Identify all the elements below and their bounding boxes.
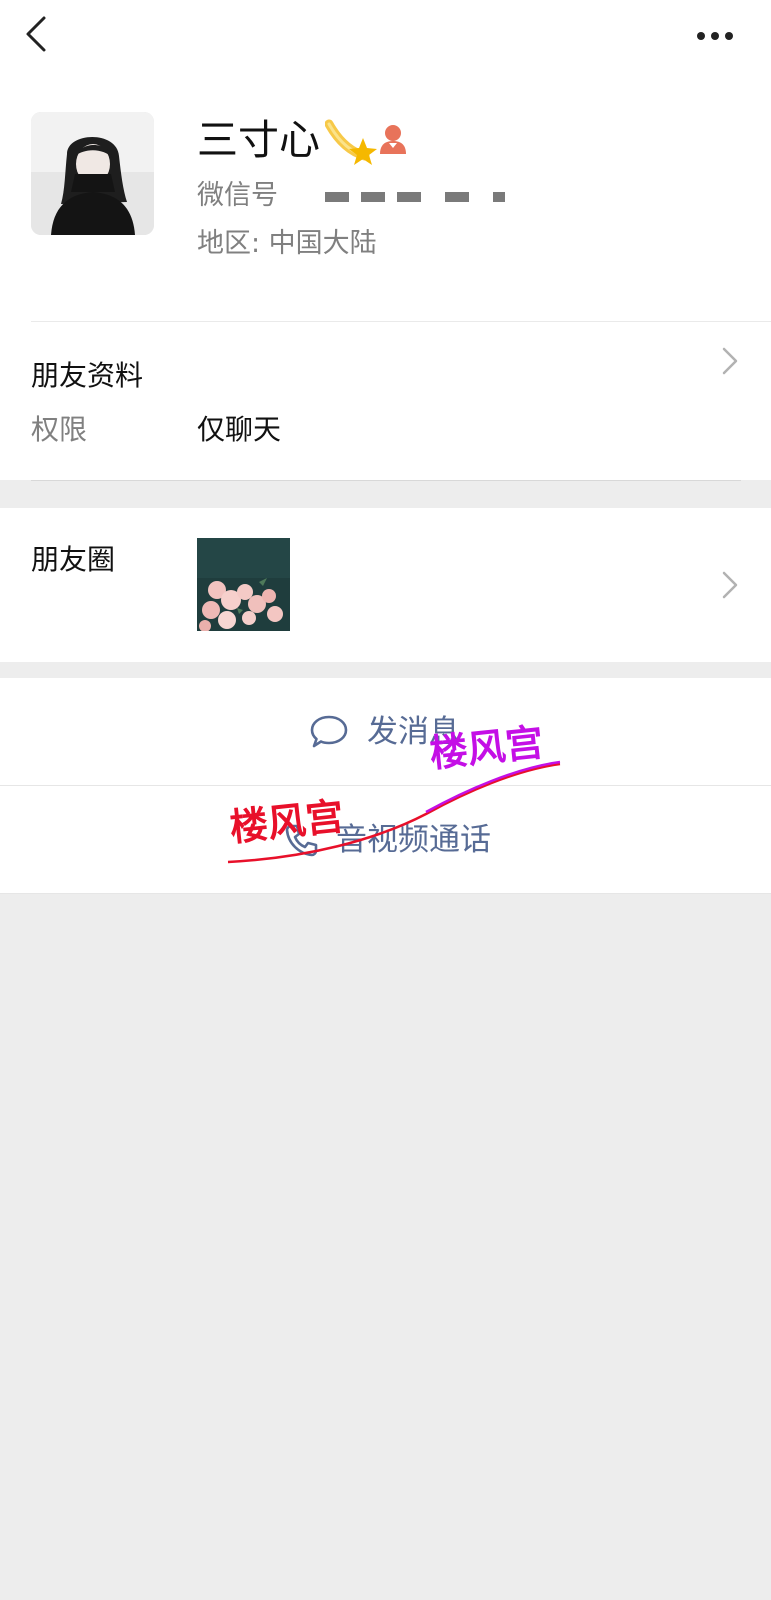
- shooting-star-icon: [325, 119, 377, 165]
- top-bar: [0, 0, 771, 80]
- friend-info-row[interactable]: 朋友资料: [0, 322, 771, 406]
- permission-value: 仅聊天: [197, 413, 282, 446]
- profile-card: 三寸心 微信号 地区: 中国大陆 朋友资料 权限 仅聊天: [0, 80, 771, 481]
- back-button[interactable]: [18, 14, 58, 58]
- name-badges: [325, 116, 425, 166]
- chevron-left-icon: [26, 16, 46, 52]
- moments-thumbnail[interactable]: [197, 538, 290, 631]
- moments-row[interactable]: 朋友圈: [0, 508, 771, 662]
- redacted-wechat-id: [325, 192, 505, 202]
- chat-bubble-icon: [310, 715, 348, 748]
- user-badge-icon: [380, 125, 406, 154]
- moments-label: 朋友圈: [31, 543, 116, 576]
- profile-name: 三寸心: [197, 116, 320, 164]
- chevron-right-icon: [722, 571, 738, 599]
- permission-label: 权限: [31, 413, 88, 446]
- wechat-id-label: 微信号: [197, 180, 278, 211]
- divider: [0, 893, 771, 894]
- divider: [31, 480, 741, 481]
- more-dots-icon: [697, 32, 733, 40]
- friend-info-title: 朋友资料: [31, 359, 144, 392]
- avatar[interactable]: [31, 112, 154, 235]
- watermark-swoosh: [227, 760, 561, 864]
- more-button[interactable]: [690, 18, 740, 54]
- region-text: 地区: 中国大陆: [197, 228, 377, 259]
- chevron-right-icon: [722, 347, 738, 375]
